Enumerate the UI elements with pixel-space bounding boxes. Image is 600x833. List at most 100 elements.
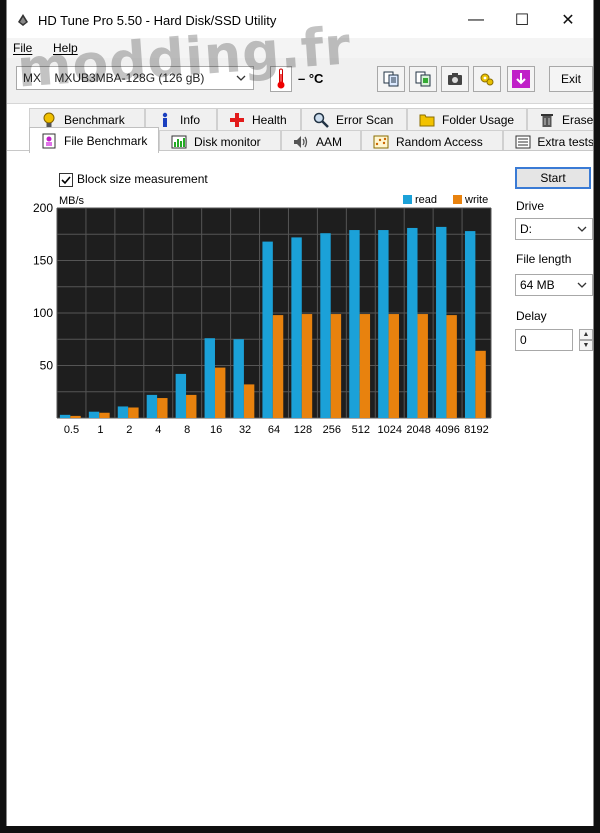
write-bar <box>417 314 428 418</box>
x-tick-label: 1 <box>97 424 103 436</box>
legend-swatch <box>403 195 412 204</box>
read-bar <box>88 411 100 418</box>
file-length-value: 64 MB <box>520 278 555 292</box>
write-bar <box>186 394 197 418</box>
extra-tests-icon <box>514 133 531 151</box>
x-tick-label: 4096 <box>435 424 459 436</box>
copy-info-button[interactable] <box>409 66 437 92</box>
write-bar <box>128 407 139 418</box>
drive-label: Drive <box>516 199 545 213</box>
maximize-button[interactable]: ☐ <box>499 6 545 34</box>
screenshot-icon <box>448 73 462 85</box>
tab-label: AAM <box>316 134 343 149</box>
screenshot-button[interactable] <box>441 66 469 92</box>
read-bar <box>117 406 129 418</box>
chevron-down-icon <box>577 226 587 232</box>
read-bar <box>291 237 302 418</box>
chevron-down-icon <box>236 75 246 81</box>
read-bar <box>464 231 476 418</box>
write-bar <box>70 415 81 418</box>
options-button[interactable] <box>473 66 501 92</box>
file-length-dropdown[interactable]: 64 MB <box>515 274 593 296</box>
y-tick-label: 50 <box>40 359 54 373</box>
drive-dropdown[interactable]: D: <box>515 218 593 240</box>
tab-health[interactable]: Health <box>217 108 301 130</box>
write-bar <box>157 398 168 418</box>
delay-spin-down[interactable]: ▼ <box>579 340 593 351</box>
write-bar <box>359 314 371 418</box>
tab-label: Extra tests <box>537 134 594 149</box>
delay-spin-up[interactable]: ▲ <box>579 329 593 340</box>
write-bar <box>446 315 457 418</box>
tab-erase[interactable]: Erase <box>527 108 594 130</box>
tab-label: Folder Usage <box>442 112 515 127</box>
close-button[interactable]: ✕ <box>545 6 591 34</box>
minimize-button[interactable]: — <box>453 6 499 34</box>
write-bar <box>301 314 313 418</box>
tab-extra-tests[interactable]: Extra tests <box>503 130 594 152</box>
read-bar <box>146 394 158 418</box>
read-bar <box>59 414 71 418</box>
write-bar <box>272 315 284 418</box>
delay-input[interactable]: 0 <box>515 329 573 351</box>
write-bar <box>388 314 399 418</box>
health-cross-icon <box>228 111 246 129</box>
tab-folder-usage[interactable]: Folder Usage <box>407 108 527 130</box>
y-tick-label: 150 <box>33 254 53 268</box>
x-tick-label: 256 <box>323 424 341 436</box>
tab-error-scan[interactable]: Error Scan <box>301 108 407 130</box>
x-tick-label: 2 <box>126 424 132 436</box>
x-tick-label: 1024 <box>377 424 401 436</box>
read-bar <box>378 230 389 418</box>
tab-label: File Benchmark <box>64 133 148 148</box>
read-bar <box>407 227 418 418</box>
tab-label: Benchmark <box>64 112 125 127</box>
drive-dropdown-value: D: <box>520 222 532 236</box>
tab-aam[interactable]: AAM <box>281 130 361 152</box>
copy-text-button[interactable] <box>377 66 405 92</box>
folder-icon <box>418 111 436 129</box>
toolbar: MX MXUB3MBA-128G (126 gB) – °C Exit <box>7 58 593 104</box>
copy-info-icon <box>415 71 431 87</box>
x-tick-label: 8192 <box>464 424 488 436</box>
chevron-down-icon <box>577 282 587 288</box>
menu-file[interactable]: File <box>13 41 32 55</box>
tabs-row-2: File Benchmark Disk monitor AAM Random A… <box>7 127 594 153</box>
tab-label: Erase <box>562 112 594 127</box>
x-tick-label: 2048 <box>406 424 430 436</box>
info-icon <box>156 111 174 129</box>
write-bar <box>330 314 342 418</box>
read-bar <box>233 339 244 418</box>
start-button[interactable]: Start <box>515 167 591 189</box>
menu-help[interactable]: Help <box>53 41 78 55</box>
save-button[interactable] <box>507 66 535 92</box>
legend-label: read <box>415 194 437 206</box>
x-tick-label: 512 <box>352 424 370 436</box>
title-bar: HD Tune Pro 5.50 - Hard Disk/SSD Utility… <box>7 0 593 38</box>
file-benchmark-icon <box>40 132 58 150</box>
bulb-icon <box>40 111 58 129</box>
copy-text-icon <box>383 71 399 87</box>
drive-select[interactable]: MX MXUB3MBA-128G (126 gB) <box>16 66 254 90</box>
exit-button[interactable]: Exit <box>549 66 593 92</box>
tab-label: Health <box>252 112 287 127</box>
read-bar <box>320 233 331 418</box>
x-tick-label: 16 <box>210 424 222 436</box>
tab-disk-monitor[interactable]: Disk monitor <box>159 130 281 152</box>
legend-label: write <box>464 194 488 206</box>
tab-random-access[interactable]: Random Access <box>361 130 503 152</box>
read-bar <box>436 226 447 418</box>
x-tick-label: 32 <box>239 424 251 436</box>
app-icon <box>18 14 28 26</box>
menu-bar: File Help <box>7 38 593 58</box>
tab-file-benchmark[interactable]: File Benchmark <box>29 127 159 153</box>
benchmark-chart: 50 100 150 200 MB/s read write 0.5 1 2 4 8 16 32 64 128… <box>33 194 492 436</box>
tab-label: Error Scan <box>336 112 394 127</box>
legend-swatch <box>453 195 462 204</box>
read-bar <box>262 241 273 418</box>
thermometer-icon <box>270 66 292 92</box>
file-length-label: File length <box>516 252 572 266</box>
speaker-icon <box>292 133 310 151</box>
window-title: HD Tune Pro 5.50 - Hard Disk/SSD Utility <box>38 13 277 28</box>
tab-label: Disk monitor <box>194 134 261 149</box>
